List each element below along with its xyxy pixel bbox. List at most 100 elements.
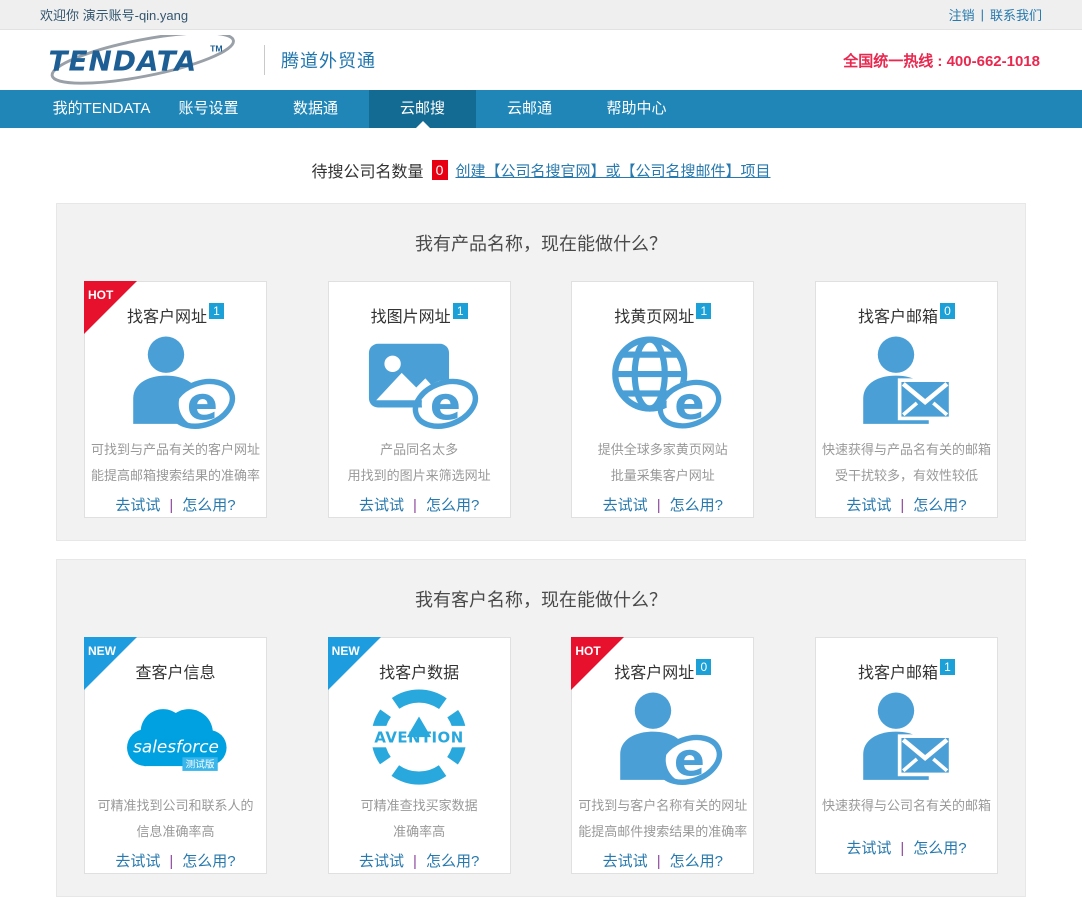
how-to-use-link[interactable]: 怎么用? <box>670 853 723 870</box>
nav-item-5[interactable]: 云邮通 <box>476 90 583 128</box>
person-mail-icon <box>840 327 972 437</box>
card: HOT找客户网址0e可找到与客户名称有关的网址能提高邮件搜索结果的准确率去试试|… <box>571 637 754 874</box>
topbar: 欢迎你 演示账号-qin.yang 注销 | 联系我们 <box>0 0 1082 30</box>
try-it-link[interactable]: 去试试 <box>846 497 891 514</box>
card: 找客户邮箱1 快速获得与公司名有关的邮箱去试试 | 怎么用? <box>815 637 998 874</box>
ribbon-label: HOT <box>575 644 600 658</box>
card: HOT找客户网址1e可找到与产品有关的客户网址能提高邮箱搜索结果的准确率去试试|… <box>84 281 267 518</box>
card-title-text: 找客户网址 <box>127 303 207 327</box>
card-row: HOT找客户网址1e可找到与产品有关的客户网址能提高邮箱搜索结果的准确率去试试|… <box>57 281 1025 540</box>
card-title: 找黄页网址1 <box>614 303 711 327</box>
try-it-link[interactable]: 去试试 <box>603 497 648 514</box>
pending-label: 待搜公司名数量 <box>311 158 423 182</box>
avention-icon: AVENTION <box>353 683 485 793</box>
card: 找图片网址1 e 产品同名太多用找到的图片来筛选网址去试试 | 怎么用? <box>328 281 511 518</box>
how-to-use-link[interactable]: 怎么用? <box>182 853 235 870</box>
topbar-divider: | <box>981 7 984 22</box>
card-links: 去试试 | 怎么用? <box>603 494 723 515</box>
try-it-link[interactable]: 去试试 <box>846 840 891 857</box>
nav-item-6[interactable]: 帮助中心 <box>583 90 690 128</box>
logo-area: TENDATA TM 腾道外贸通 <box>46 35 376 85</box>
how-to-use-link[interactable]: 怎么用? <box>182 497 235 514</box>
how-to-use-link[interactable]: 怎么用? <box>426 853 479 870</box>
card-title-text: 找客户数据 <box>379 659 459 683</box>
card-title: 找图片网址1 <box>371 303 468 327</box>
section-title: 我有产品名称，现在能做什么？ <box>57 204 1025 281</box>
card-description: 产品同名太多用找到的图片来筛选网址 <box>348 437 491 489</box>
how-to-use-link[interactable]: 怎么用? <box>913 840 966 857</box>
card-title-text: 查客户信息 <box>135 659 215 683</box>
card-links: 去试试|怎么用? <box>846 494 966 515</box>
salesforce-wordmark: salesforce <box>133 736 219 756</box>
link-separator: | <box>657 497 661 514</box>
card-title: 找客户邮箱0 <box>858 303 955 327</box>
card-title-text: 找客户邮箱 <box>858 659 938 683</box>
svg-text:e: e <box>430 377 461 430</box>
ribbon-label: HOT <box>88 288 113 302</box>
card-description-line: 可精准找到公司和联系人的 <box>97 793 253 819</box>
contact-us-link[interactable]: 联系我们 <box>990 5 1042 24</box>
card-links: 去试试 | 怎么用? <box>846 837 966 858</box>
card-description: 可精准查找买家数据准确率高 <box>361 793 478 845</box>
how-to-use-link[interactable]: 怎么用? <box>913 497 966 514</box>
nav-item-1[interactable]: 我的TENDATA <box>48 90 155 128</box>
tendata-logo[interactable]: TENDATA TM <box>46 35 254 85</box>
sections: 我有产品名称，现在能做什么？HOT找客户网址1e可找到与产品有关的客户网址能提高… <box>0 203 1082 897</box>
link-separator: | <box>900 840 904 857</box>
card-description-line: 可找到与产品有关的客户网址 <box>91 437 260 463</box>
section-2: 我有客户名称，现在能做什么？ NEW 查客户信息salesforce测试版可精准找到… <box>56 559 1026 897</box>
try-it-link[interactable]: 去试试 <box>359 853 404 870</box>
card: NEW 查客户信息salesforce测试版可精准找到公司和联系人的信息准确率高去… <box>84 637 267 874</box>
card-title-text: 找客户网址 <box>614 659 694 683</box>
try-it-link[interactable]: 去试试 <box>359 497 404 514</box>
card-title-text: 找客户邮箱 <box>858 303 938 327</box>
new-ribbon: NEW <box>84 637 137 690</box>
globe-browser-icon: e <box>597 327 729 437</box>
card: 找客户邮箱0 快速获得与产品名有关的邮箱受干扰较多，有效性较低去试试|怎么用? <box>815 281 998 518</box>
card-description: 快速获得与产品名有关的邮箱受干扰较多，有效性较低 <box>822 437 991 489</box>
person-browser-icon: e <box>110 327 242 437</box>
topbar-links: 注销 | 联系我们 <box>949 5 1042 24</box>
svg-text:e: e <box>674 733 705 786</box>
card-description-line: 准确率高 <box>361 819 478 845</box>
card-description-line: 提供全球多家黄页网站 <box>598 437 728 463</box>
link-separator: | <box>169 853 173 870</box>
nav-item-2[interactable]: 账号设置 <box>155 90 262 128</box>
card-row: NEW 查客户信息salesforce测试版可精准找到公司和联系人的信息准确率高去… <box>57 637 1025 896</box>
card-title: 找客户网址1 <box>127 303 224 327</box>
card-title: 找客户网址0 <box>614 659 711 683</box>
ribbon-label: NEW <box>88 644 116 658</box>
envelope-icon <box>898 378 953 420</box>
card-description: 快速获得与公司名有关的邮箱 <box>822 793 991 832</box>
try-it-link[interactable]: 去试试 <box>603 853 648 870</box>
nav-item-4[interactable]: 云邮搜 <box>369 90 476 128</box>
card-description-line: 批量采集客户网址 <box>598 463 728 489</box>
hot-ribbon: HOT <box>84 281 137 334</box>
how-to-use-link[interactable]: 怎么用? <box>670 497 723 514</box>
nav-item-3[interactable]: 数据通 <box>262 90 369 128</box>
card-title: 查客户信息 <box>135 659 215 683</box>
card-description-line: 可精准查找买家数据 <box>361 793 478 819</box>
image-browser-icon: e <box>353 327 485 437</box>
link-separator: | <box>413 853 417 870</box>
card-description-line: 用找到的图片来筛选网址 <box>348 463 491 489</box>
card-description-line: 信息准确率高 <box>97 819 253 845</box>
card-description: 提供全球多家黄页网站批量采集客户网址 <box>598 437 728 489</box>
card-links: 去试试 | 怎么用? <box>359 850 479 871</box>
logout-link[interactable]: 注销 <box>949 5 975 24</box>
card-title: 找客户邮箱1 <box>858 659 955 683</box>
create-project-link[interactable]: 创建【公司名搜官网】或【公司名搜邮件】项目 <box>456 160 771 181</box>
main-nav: 我的TENDATA账号设置数据通云邮搜云邮通帮助中心 <box>0 90 1082 128</box>
link-separator: | <box>169 497 173 514</box>
hot-ribbon: HOT <box>571 637 624 690</box>
link-separator: | <box>413 497 417 514</box>
section-title: 我有客户名称，现在能做什么？ <box>57 560 1025 637</box>
try-it-link[interactable]: 去试试 <box>115 497 160 514</box>
how-to-use-link[interactable]: 怎么用? <box>426 497 479 514</box>
try-it-link[interactable]: 去试试 <box>115 853 160 870</box>
avention-wordmark: AVENTION <box>375 729 464 747</box>
card-links: 去试试 | 怎么用? <box>359 494 479 515</box>
salesforce-icon: salesforce测试版 <box>110 683 242 793</box>
card-title: 找客户数据 <box>379 659 459 683</box>
card-count-badge: 0 <box>940 303 955 319</box>
